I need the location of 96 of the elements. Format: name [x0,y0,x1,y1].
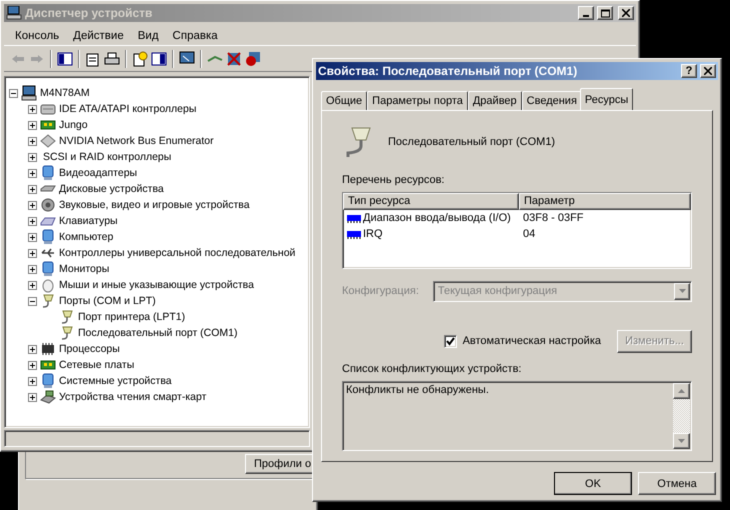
tab[interactable]: Общие [321,91,368,110]
scroll-down-icon[interactable] [678,439,685,444]
chip-icon [347,229,361,240]
panel-icon[interactable] [57,50,73,66]
maximize-button[interactable] [597,6,613,20]
tree-item[interactable]: Мыши и иные указывающие устройства [59,279,254,291]
expand-icon[interactable] [28,232,37,242]
tree-item[interactable]: Дисковые устройства [59,183,164,195]
close-button[interactable] [618,6,634,20]
printer-icon[interactable] [104,50,120,66]
monitor-icon [40,261,56,277]
monitor-icon [40,229,56,245]
column-header[interactable]: Тип ресурса [343,193,519,210]
minimize-button[interactable] [578,6,594,20]
computer-icon [21,85,37,101]
device-name: Последовательный порт (COM1) [388,136,556,148]
chip-icon [347,213,361,224]
close-icon [622,9,630,17]
card-reader-icon [40,389,56,405]
diamond-icon [40,133,56,149]
menu-item[interactable]: Действие [66,30,131,42]
properties-icon[interactable] [85,50,101,66]
expand-icon[interactable] [28,360,37,370]
tree-item[interactable]: Порт принтера (LPT1) [78,311,186,323]
expand-icon[interactable] [28,344,37,354]
table-cell: 03F8 - 03FF [523,212,584,224]
tab[interactable]: Параметры порта [367,91,468,110]
monitor-icon[interactable] [179,50,195,66]
help-icon[interactable] [132,50,148,66]
tree-item[interactable]: Процессоры [59,343,120,355]
expand-icon[interactable] [28,264,37,274]
tree-item[interactable]: NVIDIA Network Bus Enumerator [59,135,214,147]
panel-icon[interactable] [151,50,167,66]
tab[interactable]: Ресурсы [580,88,634,110]
resources-label: Перечень ресурсов: [342,174,446,186]
scrollbar[interactable] [673,382,690,450]
expand-icon[interactable] [28,184,37,194]
collapse-icon[interactable] [28,296,37,306]
collapse-icon[interactable] [9,88,18,98]
monitor-icon [40,165,56,181]
chip-icon [40,341,56,357]
close-button[interactable] [700,64,716,78]
checkbox-label: Автоматическая настройка [462,335,601,347]
menu-item[interactable]: Вид [130,30,166,42]
expand-icon[interactable] [28,136,37,146]
tree-item[interactable]: Сетевые платы [59,359,134,371]
table-cell: 04 [523,228,536,240]
window-title: Диспетчер устройств [25,6,154,20]
expand-icon[interactable] [28,280,37,290]
cancel-button[interactable]: Отмена [638,472,716,495]
ok-button[interactable]: OK [554,472,632,495]
tree-item[interactable]: Порты (COM и LPT) [59,295,156,307]
table-cell: Диапазон ввода/вывода (I/O) [363,212,511,224]
menu-item[interactable]: Справка [166,30,225,42]
tree-item[interactable]: Jungo [59,119,88,131]
tree-item[interactable]: Компьютер [59,231,114,243]
dialog-title: Свойства: Последовательный порт (COM1) [318,64,578,78]
expand-icon[interactable] [28,152,37,162]
expand-icon[interactable] [28,216,37,226]
checkbox[interactable] [444,334,457,348]
expand-icon[interactable] [28,376,37,386]
mouse-icon [40,277,56,293]
tree-item[interactable]: Последовательный порт (COM1) [78,327,238,339]
tab[interactable]: Драйвер [468,91,522,110]
configuration-label: Конфигурация: [342,285,419,297]
remove-icon[interactable] [226,50,242,66]
close-icon [704,67,712,75]
tree-item[interactable]: Звуковые, видео и игровые устройства [59,199,250,211]
expand-icon[interactable] [28,392,37,402]
tree-item[interactable]: Контроллеры универсальной последовательной [59,247,296,259]
expand-icon[interactable] [28,248,37,258]
tree-item[interactable]: Видеоадаптеры [59,167,138,179]
menu-item[interactable]: Консоль [8,30,66,42]
monitor-icon [40,373,56,389]
conflicts-text: Конфликты не обнаружены. [345,382,490,398]
expand-icon[interactable] [28,168,37,178]
column-header[interactable]: Параметр [519,193,691,210]
tree-item[interactable]: Мониторы [59,263,110,275]
tree-item[interactable]: M4N78AM [40,87,90,99]
tree-item[interactable]: Клавиатуры [59,215,118,227]
maximize-icon [600,8,610,18]
scroll-up-icon[interactable] [678,388,685,392]
help-button[interactable]: ? [681,64,697,78]
expand-icon[interactable] [28,200,37,210]
tree-item[interactable]: Устройства чтения смарт-карт [59,391,206,403]
computer-icon [6,6,22,20]
table-cell: IRQ [363,228,383,240]
tab[interactable]: Сведения [522,91,582,110]
conflicts-label: Список конфликтующих устройств: [342,362,522,374]
dropdown-arrow-icon [678,289,686,293]
tree-item[interactable]: IDE ATA/ATAPI контроллеры [59,103,196,115]
tree-item[interactable]: Системные устройства [59,375,172,387]
expand-icon[interactable] [28,104,37,114]
speaker-icon [40,197,56,213]
tree-item[interactable]: SCSI и RAID контроллеры [43,151,172,163]
expand-icon[interactable] [28,120,37,130]
